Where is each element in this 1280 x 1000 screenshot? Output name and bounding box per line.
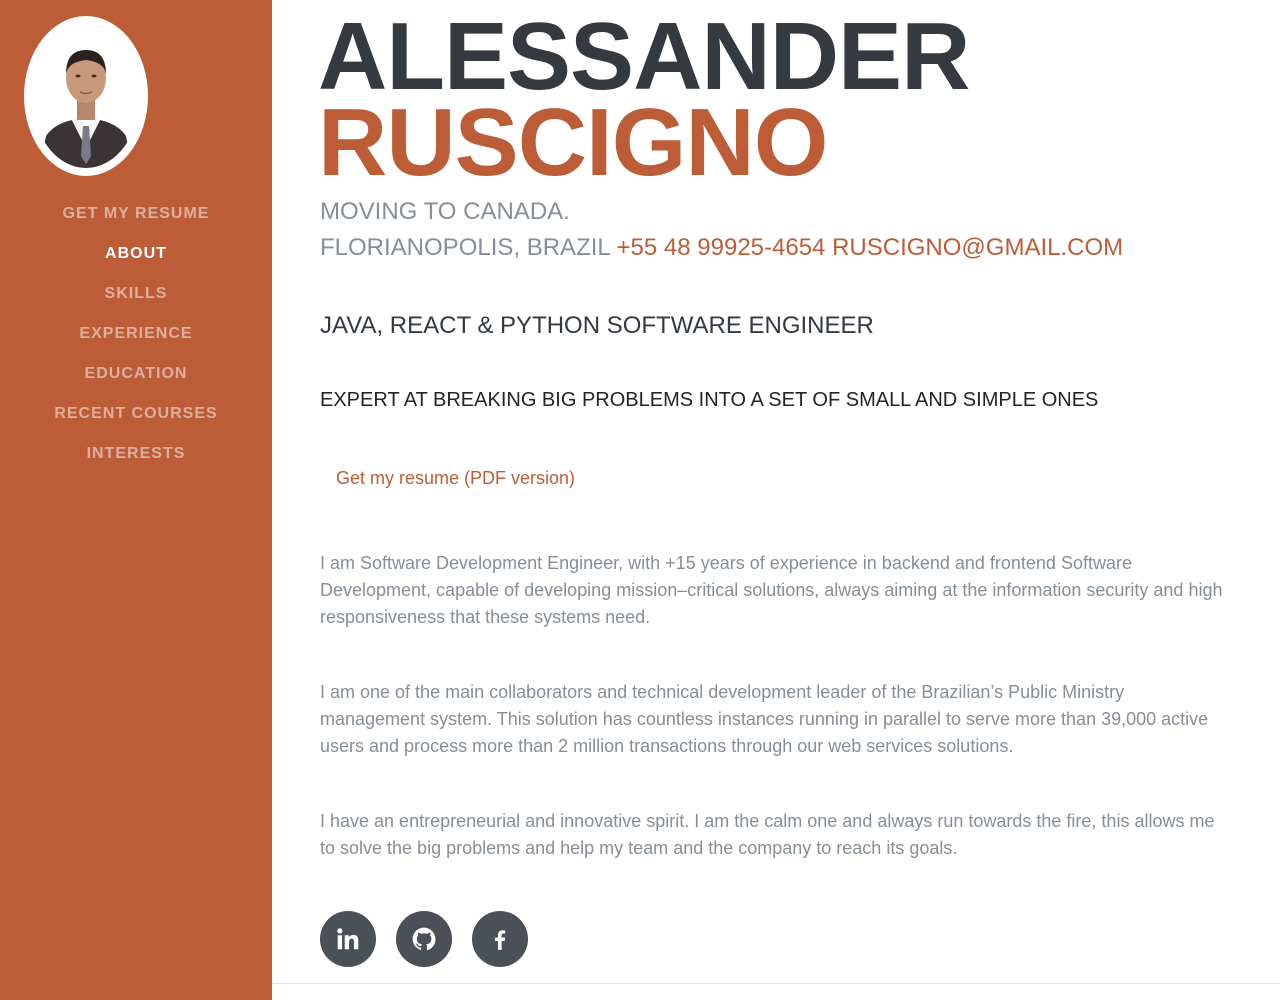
github-icon bbox=[412, 927, 436, 951]
about-paragraph-1: I am Software Development Engineer, with… bbox=[320, 553, 1223, 627]
page-title: ALESSANDER RUSCIGNO bbox=[318, 3, 970, 196]
nav-interests[interactable]: INTERESTS bbox=[87, 445, 186, 463]
nav-experience[interactable]: EXPERIENCE bbox=[79, 325, 192, 343]
nav-get-my-resume[interactable]: GET MY RESUME bbox=[63, 205, 210, 223]
resume-pdf-link[interactable]: Get my resume (PDF version) bbox=[336, 468, 575, 489]
last-name: RUSCIGNO bbox=[318, 89, 828, 196]
nav-education[interactable]: EDUCATION bbox=[85, 365, 188, 383]
section-divider bbox=[272, 983, 1280, 984]
sidebar: GET MY RESUME ABOUT SKILLS EXPERIENCE ED… bbox=[0, 0, 272, 1000]
role-heading: JAVA, REACT & PYTHON SOFTWARE ENGINEER bbox=[320, 312, 874, 339]
nav-recent-courses[interactable]: RECENT COURSES bbox=[54, 405, 217, 423]
nav-about[interactable]: ABOUT bbox=[105, 245, 167, 263]
email-link[interactable]: RUSCIGNO@GMAIL.COM bbox=[832, 234, 1123, 261]
nav-skills[interactable]: SKILLS bbox=[105, 285, 168, 303]
about-paragraph-2: I am one of the main collaborators and t… bbox=[320, 682, 1209, 756]
avatar[interactable] bbox=[24, 16, 148, 176]
tagline-heading: EXPERT AT BREAKING BIG PROBLEMS INTO A S… bbox=[320, 389, 1099, 411]
contact-subheading: MOVING TO CANADA. FLORIANOPOLIS, BRAZIL … bbox=[320, 194, 1123, 266]
facebook-button[interactable] bbox=[472, 911, 528, 967]
status-text: MOVING TO CANADA. bbox=[320, 198, 570, 225]
location-text: FLORIANOPOLIS, BRAZIL bbox=[320, 234, 610, 261]
facebook-icon bbox=[494, 930, 506, 950]
about-paragraph-3: I have an entrepreneurial and innovative… bbox=[320, 811, 1215, 858]
github-button[interactable] bbox=[396, 911, 452, 967]
linkedin-button[interactable] bbox=[320, 911, 376, 967]
phone-link[interactable]: +55 48 99925-4654 bbox=[617, 234, 826, 261]
profile-photo bbox=[32, 24, 140, 168]
first-name: ALESSANDER bbox=[318, 3, 970, 110]
sidebar-nav: GET MY RESUME ABOUT SKILLS EXPERIENCE ED… bbox=[0, 194, 272, 474]
linkedin-icon bbox=[337, 928, 359, 950]
social-icons bbox=[320, 911, 528, 967]
